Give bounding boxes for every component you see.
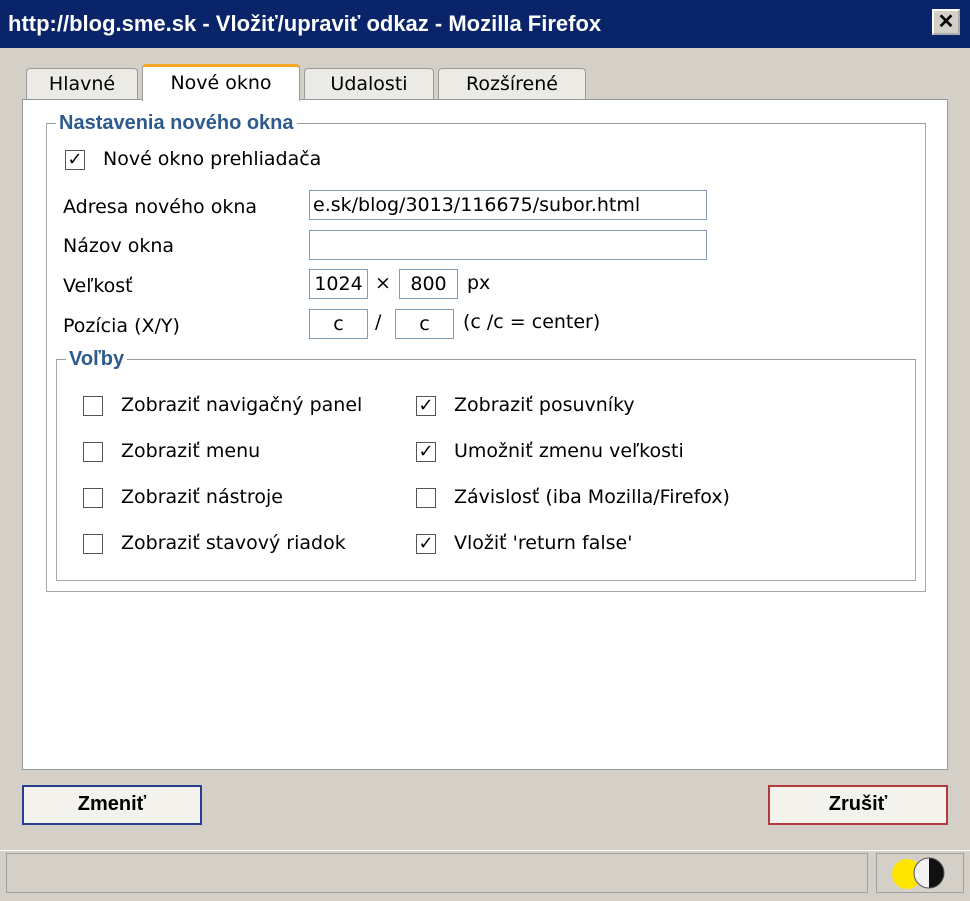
px-unit: px <box>467 272 491 294</box>
pos-x-input[interactable]: c <box>309 309 368 339</box>
option-label-statusbar: Zobraziť stavový riadok <box>121 532 346 554</box>
option-checkbox-toolbar[interactable] <box>83 488 103 508</box>
tab-nove-okno[interactable]: Nové okno <box>142 64 300 101</box>
address-label: Adresa nového okna <box>63 196 258 218</box>
pos-y-input[interactable]: c <box>395 309 454 339</box>
position-label: Pozícia (X/Y) <box>63 315 180 337</box>
tab-panel: Nastavenia nového okna ✓ Nové okno prehl… <box>22 99 948 770</box>
new-window-legend: Nastavenia nového okna <box>56 112 297 135</box>
option-label-scrollbars: Zobraziť posuvníky <box>454 394 635 416</box>
security-moon-icon[interactable] <box>877 854 963 892</box>
window-title: http://blog.sme.sk - Vložiť/upraviť odka… <box>8 11 602 36</box>
cancel-button[interactable]: Zrušiť <box>768 785 948 825</box>
status-text-pane <box>6 853 868 893</box>
options-legend: Voľby <box>66 348 128 371</box>
option-label-nav-panel: Zobraziť navigačný panel <box>121 394 363 416</box>
browser-window-label: Nové okno prehliadača <box>103 148 322 170</box>
tab-hlavne[interactable]: Hlavné <box>26 68 138 100</box>
window-titlebar: http://blog.sme.sk - Vložiť/upraviť odka… <box>0 0 970 48</box>
option-checkbox-scrollbars[interactable]: ✓ <box>416 396 436 416</box>
update-button[interactable]: Zmeniť <box>22 785 202 825</box>
times-symbol: × <box>375 272 391 294</box>
position-slash: / <box>375 311 382 333</box>
option-label-resizable: Umožniť zmenu veľkosti <box>454 440 684 462</box>
width-input[interactable]: 1024 <box>309 269 368 299</box>
option-checkbox-dependent[interactable] <box>416 488 436 508</box>
size-label: Veľkosť <box>63 275 133 297</box>
option-checkbox-menu[interactable] <box>83 442 103 462</box>
window-name-input[interactable] <box>309 230 707 260</box>
browser-window-checkbox[interactable]: ✓ <box>65 150 85 170</box>
option-label-dependent: Závislosť (iba Mozilla/Firefox) <box>454 486 730 508</box>
option-label-menu: Zobraziť menu <box>121 440 261 462</box>
option-checkbox-statusbar[interactable] <box>83 534 103 554</box>
tab-rozsirene[interactable]: Rozšírené <box>438 68 586 100</box>
security-status-pane <box>876 853 964 893</box>
option-checkbox-resizable[interactable]: ✓ <box>416 442 436 462</box>
window-name-label: Názov okna <box>63 235 175 257</box>
height-input[interactable]: 800 <box>399 269 458 299</box>
option-label-return-false: Vložiť 'return false' <box>454 532 633 554</box>
option-label-toolbar: Zobraziť nástroje <box>121 486 283 508</box>
close-icon[interactable]: ✕ <box>932 9 960 35</box>
option-checkbox-nav-panel[interactable] <box>83 396 103 416</box>
tab-udalosti[interactable]: Udalosti <box>304 68 434 100</box>
status-bar <box>0 850 970 901</box>
center-hint: (c /c = center) <box>463 311 601 333</box>
option-checkbox-return-false[interactable]: ✓ <box>416 534 436 554</box>
address-input[interactable]: e.sk/blog/3013/116675/subor.html <box>309 190 707 220</box>
